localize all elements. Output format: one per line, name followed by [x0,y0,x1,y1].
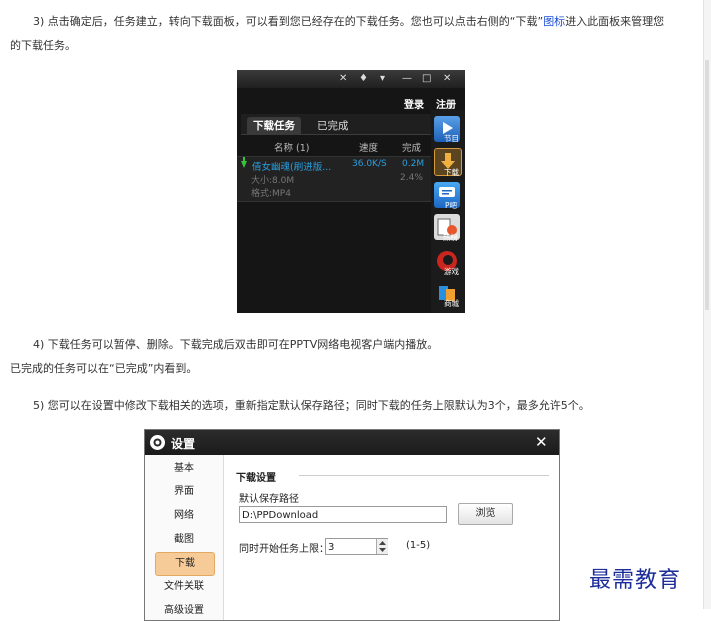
spin-arrows-icon [379,541,386,552]
task-size-done: 0.2M [402,159,425,169]
download-icon-link[interactable]: 图标 [543,15,565,28]
limit-label: 同时开始任务上限： [239,544,329,555]
nav-screenshot[interactable]: 截图 [155,529,213,551]
close-icon[interactable]: ✕ [535,433,548,451]
minimize-icon[interactable]: — [402,73,412,84]
nav-advanced[interactable]: 高级设置 [155,600,213,620]
watermark-logo: 最需教育 [589,568,682,593]
browse-button[interactable]: 浏览 [458,503,513,525]
task-format: 格式:MP4 [251,189,291,199]
nav-interface[interactable]: 界面 [155,481,213,503]
paragraph-4-line2: 已完成的任务可以在“已完成”内看到。 [10,362,198,375]
section-title: 下载设置 [236,473,276,484]
login-link[interactable]: 登录 [404,96,424,111]
paragraph-3-line2: 的下载任务。 [10,39,76,52]
paragraph-3-text-end: 进入此面板来管理您 [565,15,665,28]
column-done[interactable]: 完成 [402,140,421,154]
nav-file-association[interactable]: 文件关联 [155,576,213,598]
sidebar-label-game: 游戏 [444,267,459,276]
nav-download[interactable]: 下载 [155,552,215,576]
dialog-titlebar [145,430,559,455]
task-name[interactable]: 倩女幽魂(刷进版... [252,159,331,173]
paragraph-3: 3) 点击确定后，任务建立，转向下载面板，可以看到您已经存在的下载任务。您也可以… [33,14,664,30]
section-divider [299,475,549,476]
pptv-download-panel: ✕ ♦ ▾ — □ ✕ 登录 注册 下载任务 已完成 名称 (1) 速度 完成 … [237,70,465,313]
column-name[interactable]: 名称 (1) [274,140,309,154]
sidebar-label-hot: 热榜 [443,233,458,242]
paragraph-3-text: 3) 点击确定后，任务建立，转向下载面板，可以看到您已经存在的下载任务。您也可以… [33,15,544,28]
download-arrow-icon [241,161,247,168]
tab-completed[interactable]: 已完成 [311,117,355,135]
paragraph-4: 4) 下载任务可以暂停、删除。下载完成后双击即可在PPTV网络电视客户端内播放。 [33,338,439,351]
path-label: 默认保存路径 [239,494,299,505]
column-speed[interactable]: 速度 [359,140,378,154]
paragraph-5: 5) 您可以在设置中修改下载相关的选项，重新指定默认保存路径；同时下载的任务上限… [33,399,590,412]
tab-downloading[interactable]: 下载任务 [247,117,301,135]
task-size: 大小:8.0M [251,176,295,186]
close-icon[interactable]: ✕ [443,73,451,84]
maximize-icon[interactable]: □ [422,73,431,84]
task-speed: 36.0K/S [352,159,387,169]
settings-dialog: 设置 ✕ 基本 界面 网络 截图 下载 文件关联 高级设置 下载设置 默认保存路… [144,429,560,621]
nav-basic[interactable]: 基本 [155,458,213,480]
scrollbar-thumb[interactable] [705,60,709,310]
nav-network[interactable]: 网络 [155,505,213,527]
pin-icon[interactable]: ✕ [339,73,347,84]
skin-icon[interactable]: ♦ [359,73,368,84]
dialog-title: 设置 [171,437,196,451]
pptv-logo-icon [150,435,165,450]
sidebar-label-program: 节目 [444,134,459,143]
spin-buttons[interactable] [376,539,388,554]
limit-range: (1-5) [406,540,431,551]
menu-icon[interactable]: ▾ [380,73,385,84]
sidebar-label-mall: 商城 [444,299,459,308]
save-path-input[interactable]: D:\PPDownload [239,506,447,523]
sidebar-label-download: 下载 [444,168,459,177]
register-link[interactable]: 注册 [436,96,456,111]
task-percent: 2.4% [400,173,423,183]
sidebar-label-pbar: P吧 [445,201,458,210]
